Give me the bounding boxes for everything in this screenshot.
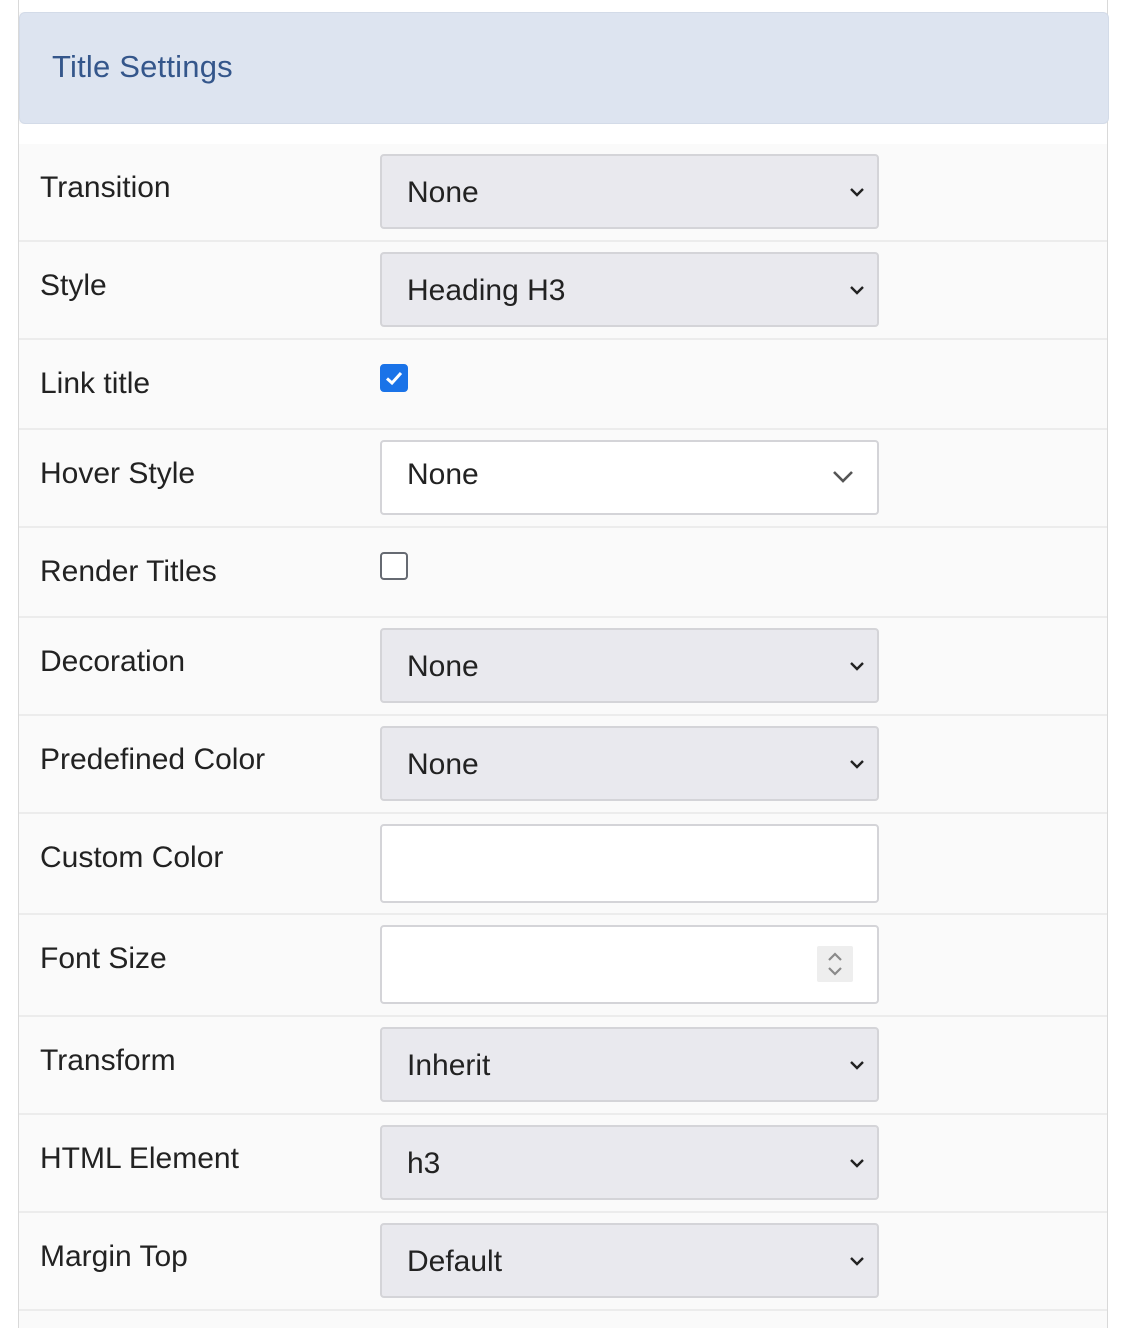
custom-color-label: Custom Color <box>40 841 224 874</box>
row-margin-top: Margin Top Default <box>19 1213 1107 1311</box>
row-custom-color: Custom Color <box>19 814 1107 915</box>
margin-top-label: Margin Top <box>40 1240 188 1273</box>
chevron-down-icon <box>850 662 864 671</box>
link-title-label: Link title <box>40 367 151 400</box>
html-element-label: HTML Element <box>40 1142 239 1175</box>
html-element-select[interactable]: h3 <box>380 1125 879 1200</box>
transition-label: Transition <box>40 171 171 204</box>
chevron-down-icon <box>833 471 853 483</box>
predefined-color-value: None <box>407 748 479 781</box>
panel-title: Title Settings <box>52 49 233 84</box>
row-link-title: Link title <box>19 340 1107 430</box>
custom-color-input[interactable] <box>380 824 879 903</box>
html-element-value: h3 <box>407 1147 441 1180</box>
margin-top-select[interactable]: Default <box>380 1223 879 1298</box>
row-transform: Transform Inherit <box>19 1017 1107 1115</box>
hover-style-label: Hover Style <box>40 457 196 490</box>
transform-label: Transform <box>40 1044 176 1077</box>
row-html-element: HTML Element h3 <box>19 1115 1107 1213</box>
predefined-color-select[interactable]: None <box>380 726 879 801</box>
transform-select[interactable]: Inherit <box>380 1027 879 1102</box>
check-icon <box>385 371 403 386</box>
font-size-label: Font Size <box>40 942 167 975</box>
row-transition: Transition None <box>19 144 1107 242</box>
transform-value: Inherit <box>407 1049 491 1082</box>
chevron-down-icon <box>850 760 864 769</box>
decoration-label: Decoration <box>40 645 186 678</box>
margin-top-value: Default <box>407 1245 503 1278</box>
chevron-down-icon <box>850 188 864 197</box>
row-decoration: Decoration None <box>19 618 1107 716</box>
transition-value: None <box>407 176 479 209</box>
row-style: Style Heading H3 <box>19 242 1107 340</box>
chevron-down-icon <box>850 1061 864 1070</box>
decoration-select[interactable]: None <box>380 628 879 703</box>
render-titles-checkbox[interactable] <box>380 552 408 580</box>
row-hover-style: Hover Style None <box>19 430 1107 528</box>
chevron-down-icon <box>850 286 864 295</box>
title-settings-panel: Title Settings Transition None Style Hea… <box>18 0 1109 1328</box>
row-render-titles: Render Titles <box>19 528 1107 618</box>
font-size-stepper[interactable] <box>817 946 853 982</box>
style-select[interactable]: Heading H3 <box>380 252 879 327</box>
decoration-value: None <box>407 650 479 683</box>
transition-select[interactable]: None <box>380 154 879 229</box>
link-title-checkbox[interactable] <box>380 364 408 392</box>
panel-header[interactable]: Title Settings <box>19 12 1109 124</box>
chevron-down-icon <box>850 1159 864 1168</box>
spinner-arrows-icon <box>828 952 842 976</box>
row-predefined-color: Predefined Color None <box>19 716 1107 814</box>
render-titles-label: Render Titles <box>40 555 217 588</box>
hover-style-select[interactable]: None <box>380 440 879 515</box>
predefined-color-label: Predefined Color <box>40 743 266 776</box>
hover-style-value: None <box>407 458 479 491</box>
font-size-input[interactable] <box>380 925 879 1004</box>
row-font-size: Font Size <box>19 915 1107 1017</box>
style-value: Heading H3 <box>407 274 566 307</box>
style-label: Style <box>40 269 107 302</box>
chevron-down-icon <box>850 1257 864 1266</box>
